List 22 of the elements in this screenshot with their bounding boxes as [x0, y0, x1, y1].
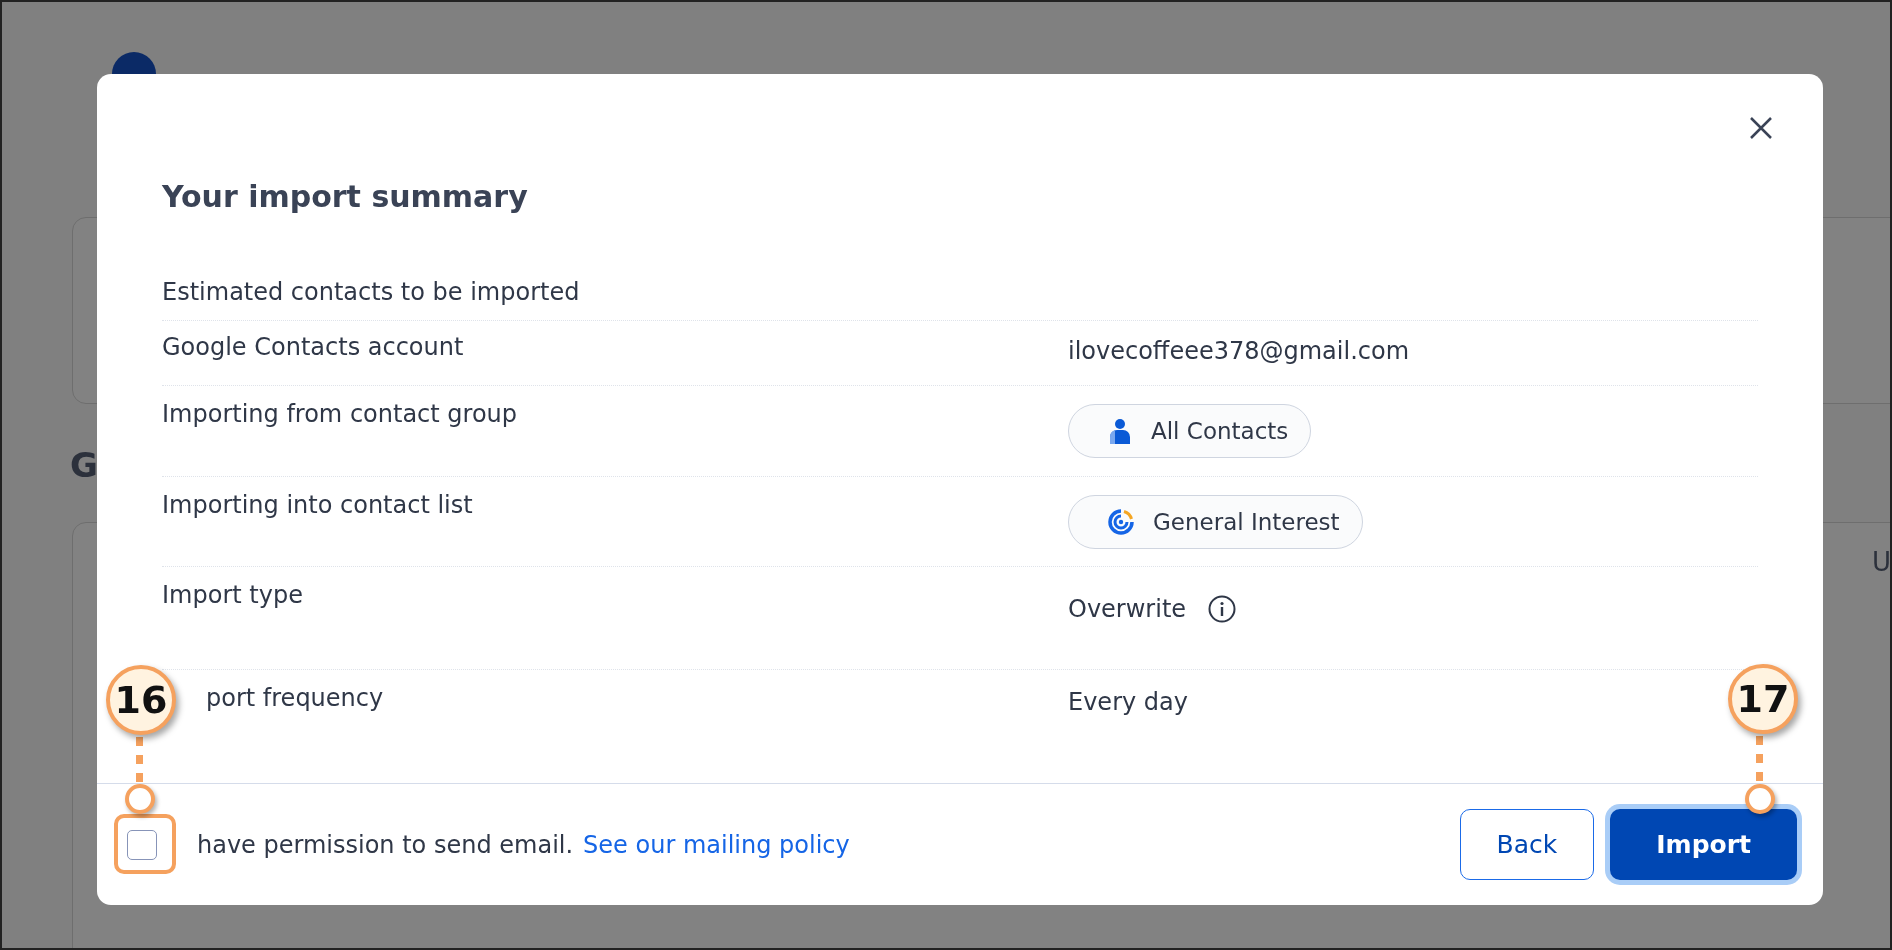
person-icon [1107, 417, 1133, 445]
summary-label: Estimated contacts to be imported [162, 278, 580, 306]
field-value: ilovecoffeee378@gmail.com [1068, 337, 1410, 365]
highlight-frame [114, 814, 176, 874]
back-button[interactable]: Back [1459, 809, 1595, 880]
mailing-policy-link[interactable]: See our mailing policy [583, 830, 850, 859]
column-header: U [1872, 547, 1890, 577]
summary-label: Importing from contact group [162, 400, 518, 428]
summary-label: Import type [162, 581, 303, 609]
target-icon [1107, 508, 1135, 536]
dialog-title: Your import summary [162, 179, 528, 214]
info-icon[interactable] [1208, 595, 1237, 623]
summary-label: port frequency [206, 684, 384, 712]
list-chip: General Interest [1068, 495, 1363, 549]
summary-label: Google Contacts account [162, 333, 464, 361]
permission-text: have permission to send email. [197, 830, 574, 859]
field-value: Every day [1068, 688, 1188, 716]
field-value: Overwrite [1068, 595, 1187, 623]
permission-checkbox[interactable] [127, 829, 157, 860]
section-heading: G [70, 445, 98, 485]
summary-label: Importing into contact list [162, 491, 473, 519]
list-chip: All Contacts [1068, 404, 1312, 458]
